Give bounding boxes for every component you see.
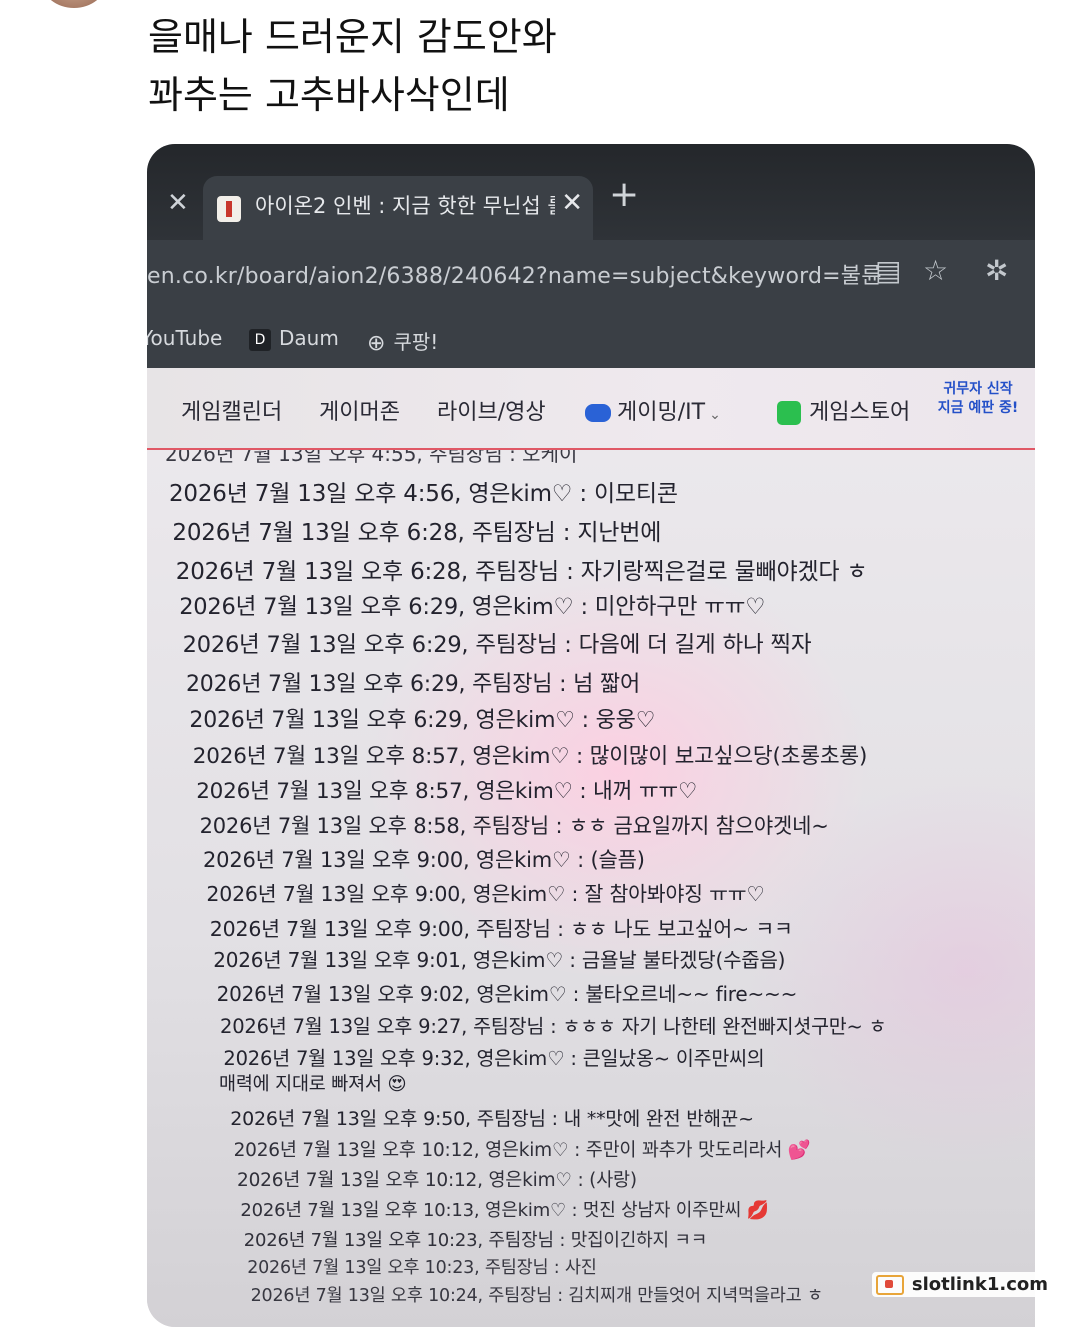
nav-item-gaming-it[interactable]: 게이밍/IT ⌄	[585, 394, 721, 426]
bookmark-youtube[interactable]: YouTube	[147, 326, 222, 350]
new-tab-button[interactable]: +	[609, 174, 639, 215]
bookmark-coupang[interactable]: ⊕ 쿠팡!	[367, 326, 438, 356]
chat-line: 2026년 7월 13일 오후 4:56, 영은kim♡ : 이모티콘	[169, 481, 678, 507]
post-line: 을매나 드러운지 감도안와	[148, 15, 557, 59]
chat-line: 매력에 지대로 빠져서 😍	[219, 1074, 407, 1095]
chat-line: 2026년 7월 13일 오후 10:12, 영은kim♡ : (사랑)	[237, 1170, 637, 1191]
chat-log: 2026년 7월 13일 오후 4:55, 주팀장님 : 오케이 2026년 7…	[147, 450, 1035, 1327]
url-field[interactable]: en.co.kr/board/aion2/6388/240642?name=su…	[147, 258, 882, 290]
globe-icon: ⊕	[367, 331, 386, 356]
chat-line: 2026년 7월 13일 오후 10:23, 주팀장님 : 맛집이긴하지 ㅋㅋ	[243, 1230, 708, 1251]
nav-item-game-store[interactable]: 게임스토어	[777, 394, 910, 426]
tab-title: 아이온2 인벤 : 지금 핫한 무닌섭 를	[255, 194, 555, 218]
chat-line: 2026년 7월 13일 오후 6:29, 영은kim♡ : 웅웅♡	[189, 708, 656, 733]
browser-tab-active[interactable]: 아이온2 인벤 : 지금 핫한 무닌섭 를 ✕	[203, 176, 593, 240]
watermark-text: slotlink1.com	[911, 1274, 1048, 1295]
bookmarks-bar: YouTube D Daum ⊕ 쿠팡!	[147, 312, 1035, 368]
site-nav: 게임캘린더 게이머존 라이브/영상 게이밍/IT ⌄ 게임스토어 귀무자 신작 지…	[147, 368, 1035, 450]
chat-line: 2026년 7월 13일 오후 9:02, 영은kim♡ : 불타오르네~~ f…	[216, 982, 798, 1006]
chat-line: 2026년 7월 13일 오후 8:57, 영은kim♡ : 내꺼 ㅠㅠ♡	[196, 779, 698, 804]
promo-banner[interactable]: 귀무자 신작 지금 예판 중!	[935, 380, 1021, 418]
chat-line: 2026년 7월 13일 오후 9:27, 주팀장님 : ㅎㅎㅎ 자기 나한테 …	[220, 1015, 887, 1038]
chat-line: 2026년 7월 13일 오후 9:00, 영은kim♡ : 잘 참아봐야징 ㅠ…	[206, 882, 765, 906]
chat-line: 2026년 7월 13일 오후 9:50, 주팀장님 : 내 **맛에 완전 반…	[230, 1108, 754, 1130]
nav-item-label: 게임스토어	[809, 400, 911, 425]
chat-line: 2026년 7월 13일 오후 8:58, 주팀장님 : ㅎㅎ 금요일까지 참으…	[199, 814, 829, 838]
chat-line-partial: 2026년 7월 13일 오후 4:55, 주팀장님 : 오케이	[165, 450, 578, 466]
gamepad-icon	[585, 404, 611, 422]
chat-line: 2026년 7월 13일 오후 10:13, 영은kim♡ : 멋진 상남자 이…	[240, 1200, 769, 1221]
slotlink-logo-icon	[875, 1275, 904, 1295]
chat-line: 2026년 7월 13일 오후 9:00, 영은kim♡ : (슬픔)	[203, 848, 645, 872]
nav-item-label: 게이밍/IT	[617, 400, 706, 425]
chat-line: 2026년 7월 13일 오후 6:28, 주팀장님 : 지난번에	[172, 520, 662, 546]
chevron-down-icon: ⌄	[709, 407, 721, 423]
nav-item-game-calendar[interactable]: 게임캘린더	[181, 394, 282, 426]
bookmark-label: Daum	[279, 326, 339, 350]
promo-line: 귀무자 신작	[943, 381, 1013, 397]
chat-line: 2026년 7월 13일 오후 9:00, 주팀장님 : ㅎㅎ 나도 보고싶어~…	[209, 917, 793, 941]
attached-photo[interactable]: ✕ 아이온2 인벤 : 지금 핫한 무닌섭 를 ✕ + en.co.kr/boa…	[147, 144, 1035, 1327]
reading-mode-icon[interactable]: ▤	[875, 254, 901, 287]
post-text: 을매나 드러운지 감도안와 꽈추는 고추바사삭인데	[148, 8, 1028, 124]
chat-line: 2026년 7월 13일 오후 9:01, 영은kim♡ : 금욜날 불타겠당(…	[213, 948, 786, 972]
chat-line: 2026년 7월 13일 오후 8:57, 영은kim♡ : 많이많이 보고싶으…	[192, 744, 868, 769]
inven-favicon-icon	[217, 196, 241, 222]
bookmark-label: 쿠팡!	[393, 330, 439, 354]
chat-line: 2026년 7월 13일 오후 9:32, 영은kim♡ : 큰일났옹~ 이주만…	[223, 1047, 765, 1070]
store-bag-icon	[777, 401, 801, 425]
close-icon[interactable]: ✕	[167, 188, 189, 218]
post-line: 꽈추는 고추바사삭인데	[148, 73, 510, 117]
nav-item-gamer-zone[interactable]: 게이머존	[319, 394, 400, 426]
close-icon[interactable]: ✕	[561, 188, 583, 218]
bookmark-daum[interactable]: D Daum	[249, 326, 339, 351]
chat-line: 2026년 7월 13일 오후 6:29, 주팀장님 : 다음에 더 길게 하나…	[182, 632, 812, 658]
chat-line: 2026년 7월 13일 오후 6:29, 주팀장님 : 넘 짧어	[186, 672, 641, 697]
star-icon[interactable]: ☆	[923, 254, 948, 287]
watermark: slotlink1.com	[871, 1272, 1054, 1297]
chat-line: 2026년 7월 13일 오후 10:24, 주팀장님 : 김치찌개 만들엇어 …	[250, 1286, 823, 1306]
address-bar: en.co.kr/board/aion2/6388/240642?name=su…	[147, 240, 1035, 312]
browser-tab-strip: ✕ 아이온2 인벤 : 지금 핫한 무닌섭 를 ✕ +	[147, 144, 1035, 240]
chat-line: 2026년 7월 13일 오후 6:28, 주팀장님 : 자기랑찍은걸로 물빼야…	[175, 559, 868, 585]
chat-line: 2026년 7월 13일 오후 10:12, 영은kim♡ : 주만이 꽈추가 …	[233, 1140, 811, 1161]
nav-item-live-video[interactable]: 라이브/영상	[437, 394, 546, 426]
promo-line: 지금 예판 중!	[937, 400, 1019, 416]
avatar[interactable]	[42, 0, 106, 8]
daum-icon: D	[249, 328, 271, 351]
chat-line: 2026년 7월 13일 오후 10:23, 주팀장님 : 사진	[247, 1258, 597, 1278]
extension-puzzle-icon[interactable]: ✲	[985, 254, 1008, 287]
chat-line: 2026년 7월 13일 오후 6:29, 영은kim♡ : 미안하구만 ㅠㅠ♡	[179, 594, 766, 620]
